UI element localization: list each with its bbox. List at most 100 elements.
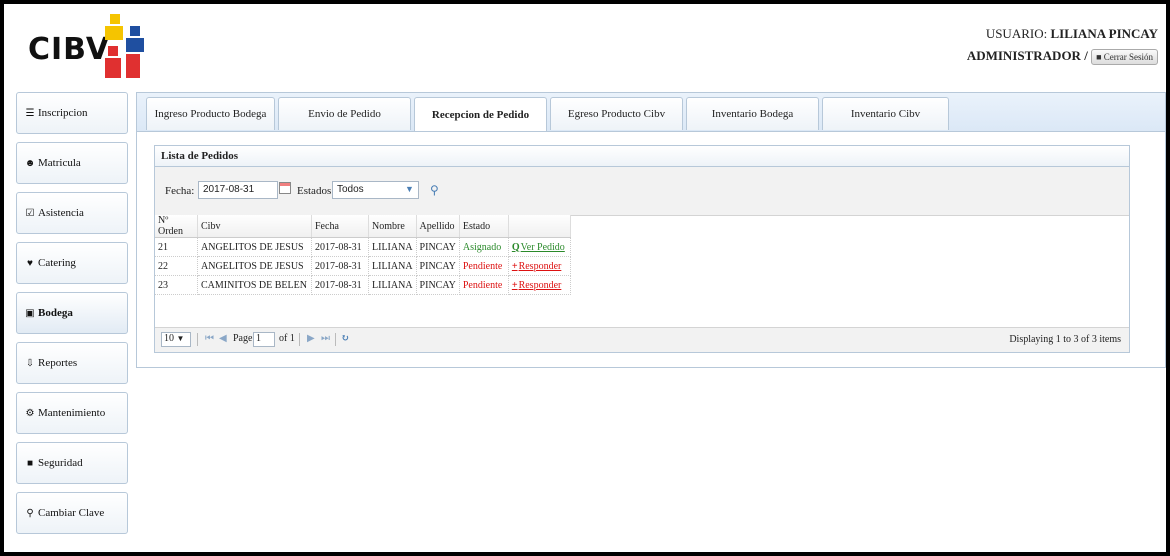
- estados-value: Todos: [337, 184, 364, 195]
- next-page-icon[interactable]: ▶: [307, 333, 315, 344]
- key-icon: ⚲: [26, 507, 34, 519]
- user-block: USUARIO: LILIANA PINCAY ADMINISTRADOR / …: [966, 26, 1158, 66]
- cell-accion: +Responder: [508, 256, 571, 276]
- pagination-bar: 10 ▼ ⏮ ◀ Page 1 of 1 ▶ ⏭ ↻ Displaying 1 …: [155, 327, 1129, 352]
- sidebar-item-seguridad[interactable]: ■ Seguridad: [16, 442, 128, 484]
- gears-icon: ⚙: [25, 407, 35, 419]
- fecha-input[interactable]: 2017-08-31: [198, 181, 278, 199]
- sidebar-item-reportes[interactable]: ⇩ Reportes: [16, 342, 128, 384]
- cell-apellido: PINCAY: [416, 256, 460, 276]
- col-estado[interactable]: Estado: [459, 215, 509, 238]
- cell-cibv: ANGELITOS DE JESUS: [197, 237, 312, 257]
- col-fecha[interactable]: Fecha: [311, 215, 369, 238]
- responder-label: Responder: [518, 260, 562, 272]
- divider: [299, 333, 300, 346]
- tab-inventario-cibv[interactable]: Inventario Cibv: [822, 97, 949, 130]
- page-size-select[interactable]: 10 ▼: [161, 332, 191, 347]
- logo-text: CIBV: [28, 32, 111, 67]
- col-apellido[interactable]: Apellido: [416, 215, 460, 238]
- estados-select[interactable]: Todos ▼: [332, 181, 419, 199]
- page-size-value: 10: [164, 333, 174, 344]
- sidebar-item-label: Matricula: [38, 157, 81, 169]
- cell-nombre: LILIANA: [368, 237, 417, 257]
- col-nombre[interactable]: Nombre: [368, 215, 417, 238]
- cell-cibv: ANGELITOS DE JESUS: [197, 256, 312, 276]
- sidebar-item-matricula[interactable]: ☻ Matricula: [16, 142, 128, 184]
- sidebar-item-inscripcion[interactable]: ☰ Inscripcion: [16, 92, 128, 134]
- ver-pedido-label: Ver Pedido: [520, 241, 565, 253]
- sidebar-item-label: Catering: [38, 257, 76, 269]
- tab-envio-de-pedido[interactable]: Envio de Pedido: [278, 97, 411, 130]
- chevron-down-icon: ▼: [176, 334, 185, 343]
- role-line: ADMINISTRADOR / ■ Cerrar Sesión: [966, 48, 1158, 66]
- checkbox-icon: ☑: [25, 207, 35, 219]
- col-orden[interactable]: Nº Orden: [155, 215, 198, 238]
- plus-icon: +: [511, 260, 518, 272]
- sidebar-item-cambiar-clave[interactable]: ⚲ Cambiar Clave: [16, 492, 128, 534]
- estados-label: Estados:: [297, 185, 335, 197]
- tab-inventario-bodega[interactable]: Inventario Bodega: [686, 97, 819, 130]
- archive-icon: ▣: [25, 307, 35, 319]
- fecha-label: Fecha:: [165, 185, 195, 197]
- refresh-icon[interactable]: ↻: [341, 333, 349, 344]
- page-input[interactable]: 1: [253, 332, 275, 347]
- first-page-icon[interactable]: ⏮: [205, 333, 214, 344]
- responder-label: Responder: [518, 279, 562, 291]
- cell-fecha: 2017-08-31: [311, 275, 369, 295]
- table-row[interactable]: 21 ANGELITOS DE JESUS 2017-08-31 LILIANA…: [155, 237, 571, 257]
- sidebar-item-asistencia[interactable]: ☑ Asistencia: [16, 192, 128, 234]
- status-badge: Pendiente: [459, 275, 509, 295]
- role-label: ADMINISTRADOR /: [966, 48, 1088, 63]
- main-content: Ingreso Producto Bodega Envio de Pedido …: [136, 92, 1166, 368]
- sidebar-item-label: Reportes: [38, 357, 78, 369]
- search-icon: Q: [511, 241, 520, 253]
- header: CIBV USUARIO: LILIANA PINCAY ADMINISTRAD…: [4, 4, 1166, 84]
- divider: [197, 333, 198, 346]
- col-cibv[interactable]: Cibv: [197, 215, 312, 238]
- tab-recepcion-de-pedido[interactable]: Recepcion de Pedido: [414, 97, 547, 131]
- tab-ingreso-producto-bodega[interactable]: Ingreso Producto Bodega: [146, 97, 275, 130]
- cell-nombre: LILIANA: [368, 256, 417, 276]
- pedidos-panel: Lista de Pedidos Fecha: 2017-08-31 Estad…: [154, 145, 1130, 353]
- table-row[interactable]: 23 CAMINITOS DE BELEN 2017-08-31 LILIANA…: [155, 275, 571, 295]
- user-label: USUARIO:: [985, 26, 1048, 41]
- cell-fecha: 2017-08-31: [311, 256, 369, 276]
- sidebar-item-bodega[interactable]: ▣ Bodega: [16, 292, 128, 334]
- calendar-icon[interactable]: [279, 182, 291, 194]
- logout-label: Cerrar Sesión: [1103, 52, 1153, 63]
- cutlery-icon: ♥: [27, 257, 33, 269]
- responder-link[interactable]: +Responder: [512, 261, 561, 272]
- cell-orden: 22: [155, 256, 198, 276]
- sidebar-item-label: Mantenimiento: [38, 407, 106, 419]
- pagination-info: Displaying 1 to 3 of 3 items: [1009, 334, 1121, 345]
- logout-button[interactable]: ■ Cerrar Sesión: [1091, 49, 1158, 66]
- cell-fecha: 2017-08-31: [311, 237, 369, 257]
- table-row[interactable]: 22 ANGELITOS DE JESUS 2017-08-31 LILIANA…: [155, 256, 571, 276]
- users-icon: ☻: [24, 157, 36, 169]
- chevron-down-icon: ▼: [405, 184, 414, 194]
- status-badge: Asignado: [459, 237, 509, 257]
- of-label: of 1: [279, 333, 295, 344]
- search-icon[interactable]: ⚲: [430, 183, 439, 198]
- people-logo-icon: [105, 14, 144, 78]
- tab-egreso-producto-cibv[interactable]: Egreso Producto Cibv: [550, 97, 683, 130]
- sidebar-item-catering[interactable]: ♥ Catering: [16, 242, 128, 284]
- sidebar-item-label: Asistencia: [38, 207, 84, 219]
- user-name: LILIANA PINCAY: [1050, 26, 1158, 41]
- last-page-icon[interactable]: ⏭: [321, 333, 330, 344]
- sidebar-item-label: Bodega: [38, 307, 73, 319]
- divider: [335, 333, 336, 346]
- cibv-logo: CIBV: [24, 10, 154, 80]
- filter-bar: Fecha: 2017-08-31 Estados: Todos ▼ ⚲: [155, 167, 1129, 216]
- sidebar: ☰ Inscripcion ☻ Matricula ☑ Asistencia ♥…: [16, 92, 128, 542]
- ver-pedido-link[interactable]: QVer Pedido: [512, 242, 565, 253]
- sidebar-item-label: Seguridad: [38, 457, 83, 469]
- cell-apellido: PINCAY: [416, 275, 460, 295]
- sidebar-item-label: Inscripcion: [38, 107, 88, 119]
- cell-accion: QVer Pedido: [508, 237, 571, 257]
- prev-page-icon[interactable]: ◀: [219, 333, 227, 344]
- responder-link[interactable]: +Responder: [512, 280, 561, 291]
- sidebar-item-mantenimiento[interactable]: ⚙ Mantenimiento: [16, 392, 128, 434]
- tabs-bar: Ingreso Producto Bodega Envio de Pedido …: [137, 93, 1165, 132]
- cell-nombre: LILIANA: [368, 275, 417, 295]
